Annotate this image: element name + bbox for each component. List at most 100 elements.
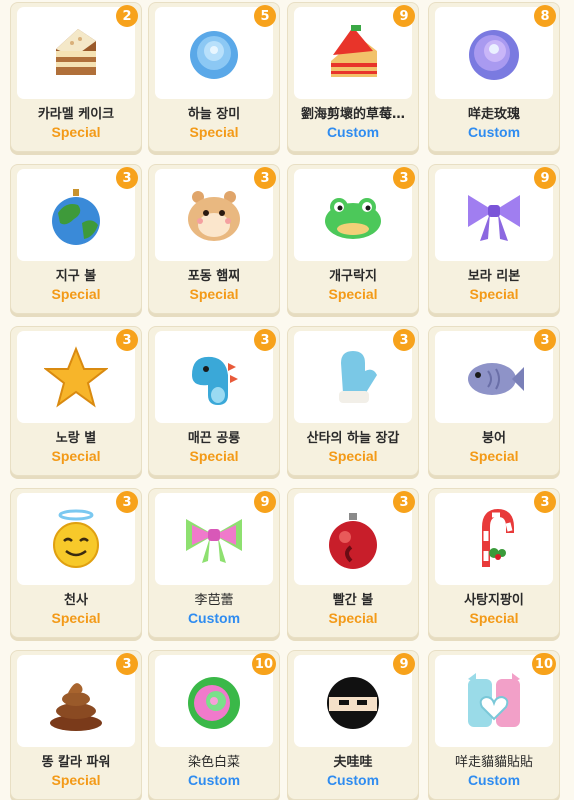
sticker-name: 빨간 볼 [332,593,374,608]
caramel-cake-icon [56,29,96,75]
sticker-card[interactable]: 9 劉海剪壞的草莓… Custom [287,2,419,152]
sticker-card[interactable]: 3 개구락지 Special [287,164,419,314]
sticker-type: Special [469,286,519,302]
cats-heart-icon [468,673,520,727]
fish-bread-icon [468,363,524,395]
sticker-type: Custom [467,772,521,788]
sticker-type: Special [328,610,378,626]
sticker-type: Custom [467,124,521,140]
sticker-name: 사탕지팡이 [464,593,524,608]
ninja-icon [327,677,379,729]
sticker-type: Special [51,772,101,788]
sticker-card[interactable]: 3 매끈 공룡 Special [148,326,280,476]
count-badge: 9 [393,5,415,27]
sticker-card[interactable]: 9 李芭蕾 Custom [148,488,280,638]
yellow-star-icon [44,346,108,408]
sticker-name: 咩走貓貓貼貼 [454,755,533,770]
count-badge: 9 [534,167,556,189]
count-badge: 9 [254,491,276,513]
sticker-name: 夫哇哇 [333,755,373,770]
count-badge: 10 [531,653,556,675]
sticker-card[interactable]: 8 咩走玫瑰 Custom [428,2,560,152]
purple-rose-icon [469,30,519,80]
sticker-card[interactable]: 5 하늘 장미 Special [148,2,280,152]
earth-ornament-icon [52,189,100,245]
count-badge: 8 [534,5,556,27]
sticker-name: 천사 [64,593,88,608]
sticker-card[interactable]: 10 咩走貓貓貼貼 Custom [428,650,560,800]
sky-rose-icon [190,31,238,79]
angel-emoji-icon [53,509,99,568]
sticker-type: Custom [326,124,380,140]
sticker-type: Custom [187,610,241,626]
sticker-card[interactable]: 10 染色白菜 Custom [148,650,280,800]
sticker-type: Special [51,610,101,626]
sticker-card[interactable]: 3 붕어 Special [428,326,560,476]
sticker-name: 붕어 [482,431,506,446]
sticker-name: 카라멜 케이크 [37,107,115,122]
poop-icon [50,683,102,731]
sticker-type: Special [51,448,101,464]
sticker-name: 李芭蕾 [194,593,234,608]
sticker-type: Special [469,448,519,464]
count-badge: 3 [534,491,556,513]
sticker-name: 染色白菜 [187,755,240,770]
red-ornament-icon [329,513,377,569]
sticker-type: Special [51,286,101,302]
sticker-card[interactable]: 3 포동 햄찌 Special [148,164,280,314]
sticker-card[interactable]: 3 지구 볼 Special [10,164,142,314]
frog-icon [325,198,381,239]
count-badge: 3 [393,491,415,513]
sticker-name: 노랑 별 [55,431,97,446]
sticker-name: 산타의 하늘 장갑 [306,431,400,446]
sticker-card[interactable]: 3 천사 Special [10,488,142,638]
sticker-type: Special [189,286,239,302]
sticker-card[interactable]: 3 산타의 하늘 장갑 Special [287,326,419,476]
sticker-type: Custom [326,772,380,788]
sticker-card[interactable]: 3 빨간 볼 Special [287,488,419,638]
count-badge: 3 [116,491,138,513]
sticker-type: Special [51,124,101,140]
sticker-name: 포동 햄찌 [187,269,241,284]
hamster-icon [188,191,240,241]
sticker-type: Special [328,448,378,464]
sticker-card[interactable]: 3 똥 칼라 파워 Special [10,650,142,800]
pink-ribbon-icon [186,519,242,563]
sticker-name: 보라 리본 [467,269,521,284]
candy-cane-icon [482,508,514,567]
count-badge: 3 [116,653,138,675]
sticker-card[interactable]: 3 사탕지팡이 Special [428,488,560,638]
sticker-name: 개구락지 [329,269,377,284]
sticker-name: 하늘 장미 [187,107,241,122]
sticker-type: Special [189,448,239,464]
strawberry-cake-icon [331,25,377,77]
count-badge: 3 [254,167,276,189]
sticker-name: 咩走玫瑰 [467,107,520,122]
sticker-card[interactable]: 2 카라멜 케이크 Special [10,2,142,152]
sticker-card[interactable]: 9 보라 리본 Special [428,164,560,314]
count-badge: 9 [393,653,415,675]
sticker-type: Custom [187,772,241,788]
mitten-icon [339,351,377,403]
purple-ribbon-icon [468,195,520,241]
count-badge: 3 [393,167,415,189]
dinosaur-icon [192,356,238,405]
count-badge: 2 [116,5,138,27]
count-badge: 5 [254,5,276,27]
count-badge: 3 [254,329,276,351]
count-badge: 3 [116,167,138,189]
sticker-name: 劉海剪壞的草莓… [300,107,405,122]
sticker-type: Special [189,124,239,140]
sticker-grid: 2 카라멜 케이크 Special 5 하늘 장미 Special 9 劉海剪壞… [0,0,574,800]
sticker-card[interactable]: 9 夫哇哇 Custom [287,650,419,800]
count-badge: 3 [534,329,556,351]
count-badge: 3 [393,329,415,351]
sticker-name: 똥 칼라 파워 [41,755,111,770]
sticker-card[interactable]: 3 노랑 별 Special [10,326,142,476]
sticker-name: 매끈 공룡 [187,431,241,446]
cabbage-icon [188,677,240,729]
sticker-name: 지구 볼 [55,269,97,284]
count-badge: 3 [116,329,138,351]
sticker-type: Special [469,610,519,626]
sticker-type: Special [328,286,378,302]
